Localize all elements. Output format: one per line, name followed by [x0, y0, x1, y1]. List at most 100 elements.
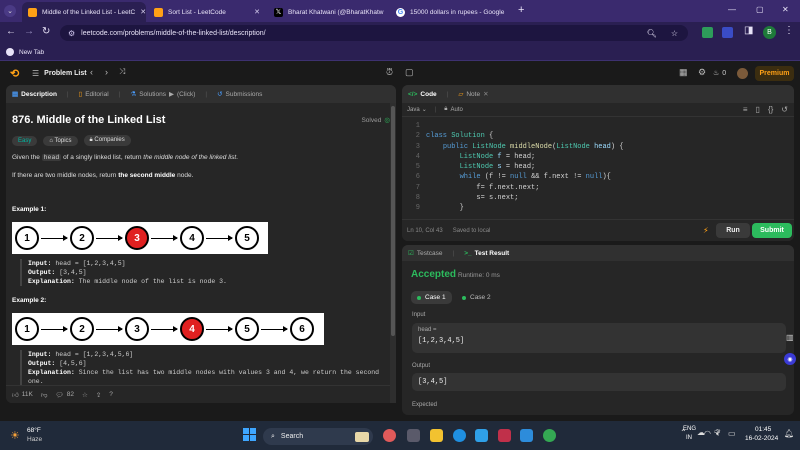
tab-note[interactable]: ▱ Note ✕: [458, 90, 488, 99]
layout-icon[interactable]: ▦: [679, 67, 688, 78]
forward-icon[interactable]: →: [24, 26, 34, 37]
weather-temp[interactable]: 68°F: [27, 427, 41, 434]
code-line[interactable]: 7 f= f.next.next;: [402, 183, 794, 193]
close-tab-icon[interactable]: ✕: [509, 8, 510, 16]
case-1-tab[interactable]: Case 1: [411, 291, 452, 304]
code-line[interactable]: 8 s= s.next;: [402, 193, 794, 203]
browser-menu-icon[interactable]: ⋮: [784, 25, 794, 36]
wifi-icon[interactable]: ◠: [704, 429, 711, 438]
file-explorer-icon[interactable]: [430, 429, 443, 442]
tab-description[interactable]: ▤ Description: [12, 90, 57, 99]
side-book-icon[interactable]: ▥: [786, 333, 794, 342]
new-tab-button[interactable]: +: [518, 4, 524, 16]
braces-icon[interactable]: {}: [768, 105, 773, 114]
language-select[interactable]: Java ⌄: [407, 106, 427, 114]
code-line[interactable]: 4 ListNode f = head;: [402, 152, 794, 162]
task-view-icon[interactable]: [407, 429, 420, 442]
comments-button[interactable]: 💬︎ 82: [56, 391, 75, 399]
tab-twitter[interactable]: 𝕏 Bharat Khatwani (@BharatKhatw ✕: [268, 2, 386, 22]
url-bar[interactable]: ⚙ leetcode.com/problems/middle-of-the-li…: [60, 25, 688, 41]
close-tab-icon[interactable]: ✕: [254, 8, 260, 16]
notifications-icon[interactable]: 🔔︎: [784, 429, 794, 438]
close-window-button[interactable]: ✕: [782, 5, 789, 14]
problem-list-link[interactable]: ☰ Problem List: [32, 69, 87, 78]
tab-google[interactable]: G 15000 dollars in rupees - Google ✕: [390, 2, 510, 22]
tab-middle-linked-list[interactable]: Middle of the Linked List - LeetC ✕: [22, 2, 146, 22]
vscode-icon[interactable]: [520, 429, 533, 442]
clock-date[interactable]: 16-02-2024: [745, 435, 778, 442]
format-icon[interactable]: ≡: [743, 105, 748, 114]
code-line[interactable]: 3 public ListNode middleNode(ListNode he…: [402, 142, 794, 152]
taskbar-search[interactable]: ⌕ Search: [263, 428, 373, 445]
chrome-icon[interactable]: [543, 429, 556, 442]
assistant-icon[interactable]: ◉: [784, 353, 796, 365]
profile-avatar[interactable]: B: [763, 26, 776, 39]
zoom-icon[interactable]: 🔍︎: [647, 29, 657, 38]
help-icon[interactable]: ?: [109, 391, 113, 398]
difficulty-badge[interactable]: Easy: [12, 135, 38, 146]
edge-icon[interactable]: [453, 429, 466, 442]
settings-icon[interactable]: ⚙: [698, 67, 706, 78]
windows-start-icon[interactable]: [243, 428, 256, 441]
close-tab-icon[interactable]: ✕: [140, 8, 146, 16]
app-icon[interactable]: [383, 429, 396, 442]
code-line[interactable]: 2 class Solution {: [402, 131, 794, 141]
code-line[interactable]: 9 }: [402, 203, 794, 213]
debug-icon[interactable]: ⚡︎: [703, 226, 709, 235]
weather-icon[interactable]: ☀: [10, 429, 20, 442]
code-editor[interactable]: 1 2 class Solution {3 public ListNode midd…: [402, 121, 794, 214]
leetcode-logo-icon[interactable]: ⟲: [10, 67, 19, 80]
tab-sort-list[interactable]: Sort List - LeetCode ✕: [148, 2, 266, 22]
tab-code[interactable]: </> Code: [408, 91, 437, 98]
bookmark-star-icon[interactable]: ☆: [671, 29, 678, 38]
site-info-icon[interactable]: ⚙: [68, 29, 75, 38]
bookmark-icon[interactable]: ▯: [756, 105, 760, 114]
tab-test-result[interactable]: >_ Test Result: [464, 250, 509, 257]
auto-mode-toggle[interactable]: 🔒︎ Auto: [444, 106, 463, 113]
tab-solutions[interactable]: ⚗ Solutions ▶ (Click): [130, 90, 195, 99]
intellij-icon[interactable]: [498, 429, 511, 442]
battery-icon[interactable]: ▭: [728, 429, 736, 438]
problem-title[interactable]: 876. Middle of the Linked List: [12, 114, 165, 126]
store-icon[interactable]: [475, 429, 488, 442]
timer-icon[interactable]: ⏰︎: [386, 67, 393, 78]
minimize-button[interactable]: —: [728, 5, 736, 14]
notes-icon[interactable]: ▢: [405, 67, 414, 78]
submit-button[interactable]: Submit: [752, 223, 792, 238]
back-icon[interactable]: ←: [6, 26, 16, 37]
tab-editorial[interactable]: ▯ Editorial: [79, 90, 109, 99]
language-code[interactable]: ENG: [683, 426, 696, 432]
volume-icon[interactable]: 🔈︎: [716, 429, 721, 439]
side-panel-icon[interactable]: ◨: [744, 25, 753, 36]
maximize-button[interactable]: ▢: [756, 5, 764, 14]
shuffle-icon[interactable]: ⤨: [119, 67, 125, 77]
description-icon: ▤: [12, 91, 19, 98]
code-line[interactable]: 6 while (f != null && f.next != null){: [402, 172, 794, 182]
next-problem-icon[interactable]: ›: [105, 67, 108, 77]
close-note-icon[interactable]: ✕: [483, 90, 488, 98]
premium-button[interactable]: Premium: [755, 66, 794, 81]
topics-chip[interactable]: ⌂ Topics: [43, 135, 78, 146]
favorite-star-icon[interactable]: ☆: [82, 391, 88, 399]
like-button[interactable]: 👍︎ 11K: [12, 391, 33, 399]
extension-icon[interactable]: [722, 27, 733, 38]
clock-time[interactable]: 01:45: [755, 426, 771, 433]
companies-chip[interactable]: 🔒︎ Companies: [83, 135, 131, 146]
code-line[interactable]: 1: [402, 121, 794, 131]
extension-icon[interactable]: [702, 27, 713, 38]
share-icon[interactable]: ⇪: [96, 391, 101, 399]
case-2-tab[interactable]: Case 2: [456, 291, 497, 304]
dislike-icon[interactable]: 👎︎: [41, 391, 48, 399]
reload-icon[interactable]: ↻: [42, 26, 50, 37]
streak-counter[interactable]: ♨ 0: [713, 69, 726, 78]
tab-search-icon[interactable]: ⌄: [4, 5, 16, 17]
scrollbar-thumb[interactable]: [391, 106, 395, 336]
bookmark-new-tab[interactable]: New Tab: [19, 49, 44, 56]
code-line[interactable]: 5 ListNode s = head;: [402, 162, 794, 172]
reset-icon[interactable]: ↺: [781, 105, 788, 114]
prev-problem-icon[interactable]: ‹: [90, 67, 93, 77]
user-avatar[interactable]: [737, 68, 748, 79]
tab-submissions[interactable]: ↺ Submissions: [217, 90, 262, 99]
run-button[interactable]: Run: [716, 223, 750, 238]
tab-testcase[interactable]: ☑ Testcase: [408, 249, 442, 258]
